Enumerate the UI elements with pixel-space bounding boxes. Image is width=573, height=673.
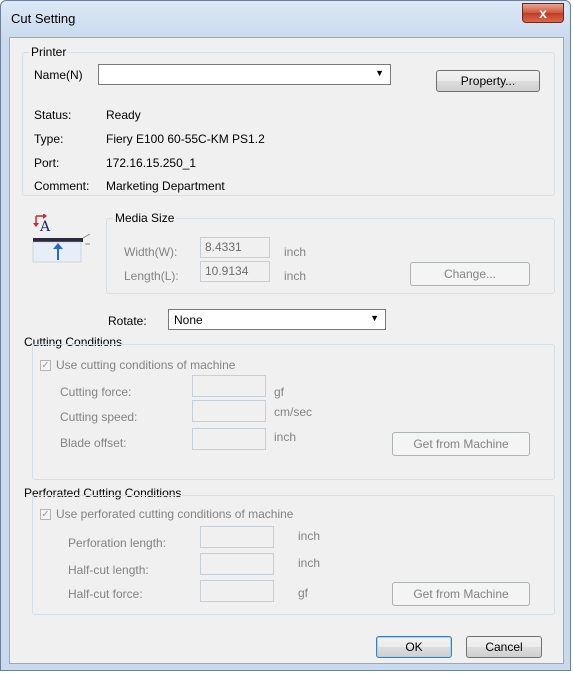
- media-width-label: Width(W):: [124, 245, 178, 259]
- rotate-select[interactable]: None ▼: [168, 309, 386, 330]
- dialog-client-area: Printer Name(N) ▼ Property... Status: Re…: [9, 37, 564, 664]
- title-bar[interactable]: Cut Setting x: [1, 1, 572, 37]
- printer-group-label: Printer: [29, 45, 69, 59]
- use-perforated-conditions-checkbox[interactable]: ✓: [40, 509, 51, 520]
- chevron-down-icon: ▼: [370, 313, 379, 323]
- half-cut-force-field[interactable]: [200, 580, 274, 602]
- cutting-get-from-machine-button[interactable]: Get from Machine: [392, 432, 530, 456]
- blade-offset-unit: inch: [274, 430, 297, 444]
- perforation-length-unit: inch: [298, 529, 321, 543]
- half-cut-force-label: Half-cut force:: [68, 587, 143, 601]
- media-orientation-icon: A: [30, 213, 92, 264]
- half-cut-force-unit: gf: [298, 586, 309, 600]
- use-cutting-conditions-label: Use cutting conditions of machine: [56, 358, 236, 372]
- svg-text:A: A: [39, 219, 51, 235]
- cutting-force-label: Cutting force:: [60, 385, 132, 399]
- perforation-length-field[interactable]: [200, 526, 274, 548]
- cancel-button[interactable]: Cancel: [466, 636, 542, 658]
- close-icon: x: [539, 5, 547, 21]
- media-width-unit: inch: [284, 245, 307, 259]
- blade-offset-label: Blade offset:: [60, 436, 127, 450]
- media-length-unit: inch: [284, 269, 307, 283]
- perforated-get-from-machine-button[interactable]: Get from Machine: [392, 582, 530, 606]
- blade-offset-field[interactable]: [192, 428, 266, 450]
- port-value: 172.16.15.250_1: [106, 156, 197, 170]
- ok-button[interactable]: OK: [376, 636, 452, 658]
- cutting-speed-field[interactable]: [192, 400, 266, 422]
- media-size-group-label: Media Size: [113, 211, 177, 225]
- dialog-window: Cut Setting x Printer Name(N) ▼ Property…: [0, 0, 571, 671]
- printer-name-label: Name(N): [34, 68, 83, 82]
- media-width-field[interactable]: 8.4331: [200, 237, 270, 258]
- cutting-force-field[interactable]: [192, 375, 266, 397]
- close-button[interactable]: x: [522, 3, 564, 23]
- media-length-field[interactable]: 10.9134: [200, 261, 270, 282]
- change-media-button[interactable]: Change...: [410, 262, 530, 286]
- type-label: Type:: [34, 132, 64, 146]
- comment-value: Marketing Department: [106, 179, 225, 193]
- type-value: Fiery E100 60-55C-KM PS1.2: [106, 132, 265, 146]
- comment-label: Comment:: [34, 179, 90, 193]
- half-cut-length-label: Half-cut length:: [68, 563, 149, 577]
- property-button[interactable]: Property...: [436, 70, 540, 92]
- chevron-down-icon: ▼: [375, 68, 384, 78]
- rotate-value: None: [174, 313, 203, 327]
- half-cut-length-unit: inch: [298, 556, 321, 570]
- status-label: Status:: [34, 108, 72, 122]
- status-value: Ready: [106, 108, 141, 122]
- rotate-label: Rotate:: [108, 314, 147, 328]
- use-perforated-conditions-label: Use perforated cutting conditions of mac…: [56, 507, 294, 521]
- half-cut-length-field[interactable]: [200, 553, 274, 575]
- perforation-length-label: Perforation length:: [68, 536, 167, 550]
- printer-name-select[interactable]: ▼: [98, 64, 391, 85]
- media-length-label: Length(L):: [124, 269, 179, 283]
- cutting-force-unit: gf: [274, 385, 285, 399]
- port-label: Port:: [34, 156, 60, 170]
- cutting-speed-unit: cm/sec: [274, 405, 313, 419]
- cutting-speed-label: Cutting speed:: [60, 410, 138, 424]
- use-cutting-conditions-checkbox[interactable]: ✓: [40, 360, 51, 371]
- window-title: Cut Setting: [11, 11, 76, 26]
